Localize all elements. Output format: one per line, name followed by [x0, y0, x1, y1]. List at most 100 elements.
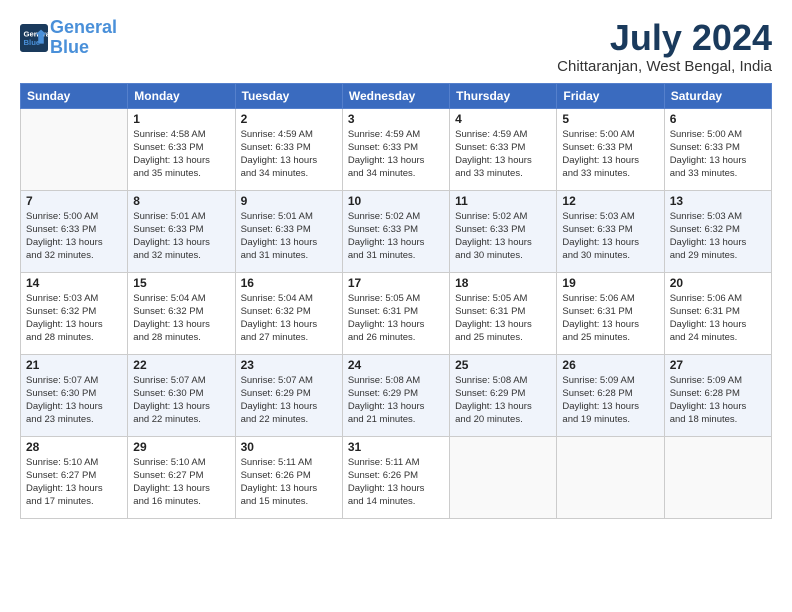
day-number: 31	[348, 440, 444, 454]
cell-info: Sunrise: 5:02 AMSunset: 6:33 PMDaylight:…	[455, 210, 551, 263]
calendar-cell: 23 Sunrise: 5:07 AMSunset: 6:29 PMDayligh…	[235, 354, 342, 436]
header-cell-monday: Monday	[128, 83, 235, 108]
cell-info: Sunrise: 5:08 AMSunset: 6:29 PMDaylight:…	[455, 374, 551, 427]
day-number: 17	[348, 276, 444, 290]
calendar-cell: 6Sunrise: 5:00 AMSunset: 6:33 PMDaylight…	[664, 108, 771, 190]
cell-info: Sunrise: 5:05 AMSunset: 6:31 PMDaylight:…	[348, 292, 444, 345]
calendar-week-4: 21 Sunrise: 5:07 AMSunset: 6:30 PMDayligh…	[21, 354, 772, 436]
day-number: 6	[670, 112, 766, 126]
logo: General Blue General Blue	[20, 18, 117, 58]
day-number: 12	[562, 194, 658, 208]
cell-info: Sunrise: 4:59 AMSunset: 6:33 PMDaylight:…	[241, 128, 337, 181]
day-number: 25	[455, 358, 551, 372]
header-cell-wednesday: Wednesday	[342, 83, 449, 108]
day-number: 15	[133, 276, 229, 290]
cell-info: Sunrise: 5:06 AMSunset: 6:31 PMDaylight:…	[562, 292, 658, 345]
header: General Blue General Blue July 2024 Chit…	[20, 18, 772, 75]
calendar-header-row: SundayMondayTuesdayWednesdayThursdayFrid…	[21, 83, 772, 108]
calendar-cell: 24 Sunrise: 5:08 AMSunset: 6:29 PMDayligh…	[342, 354, 449, 436]
calendar-cell	[557, 436, 664, 518]
cell-info: Sunrise: 5:07 AMSunset: 6:30 PMDaylight:…	[133, 374, 229, 427]
cell-info: Sunrise: 5:07 AMSunset: 6:29 PMDaylight:…	[241, 374, 337, 427]
calendar-cell	[664, 436, 771, 518]
day-number: 22	[133, 358, 229, 372]
month-title: July 2024	[557, 18, 772, 58]
cell-info: Sunrise: 5:02 AMSunset: 6:33 PMDaylight:…	[348, 210, 444, 263]
calendar-cell: 20Sunrise: 5:06 AMSunset: 6:31 PMDayligh…	[664, 272, 771, 354]
calendar-cell: 11 Sunrise: 5:02 AMSunset: 6:33 PMDayligh…	[450, 190, 557, 272]
cell-info: Sunrise: 5:03 AMSunset: 6:32 PMDaylight:…	[26, 292, 122, 345]
day-number: 3	[348, 112, 444, 126]
cell-info: Sunrise: 5:09 AMSunset: 6:28 PMDaylight:…	[670, 374, 766, 427]
day-number: 10	[348, 194, 444, 208]
day-number: 11	[455, 194, 551, 208]
calendar-cell: 4 Sunrise: 4:59 AMSunset: 6:33 PMDaylight…	[450, 108, 557, 190]
cell-info: Sunrise: 4:59 AMSunset: 6:33 PMDaylight:…	[455, 128, 551, 181]
cell-info: Sunrise: 5:00 AMSunset: 6:33 PMDaylight:…	[26, 210, 122, 263]
calendar-week-3: 14 Sunrise: 5:03 AMSunset: 6:32 PMDayligh…	[21, 272, 772, 354]
calendar-cell: 1 Sunrise: 4:58 AMSunset: 6:33 PMDaylight…	[128, 108, 235, 190]
calendar-cell: 31 Sunrise: 5:11 AMSunset: 6:26 PMDayligh…	[342, 436, 449, 518]
calendar-cell: 18Sunrise: 5:05 AMSunset: 6:31 PMDayligh…	[450, 272, 557, 354]
calendar-cell: 29 Sunrise: 5:10 AMSunset: 6:27 PMDayligh…	[128, 436, 235, 518]
day-number: 28	[26, 440, 122, 454]
calendar-cell: 7 Sunrise: 5:00 AMSunset: 6:33 PMDaylight…	[21, 190, 128, 272]
cell-info: Sunrise: 5:10 AMSunset: 6:27 PMDaylight:…	[26, 456, 122, 509]
day-number: 14	[26, 276, 122, 290]
day-number: 7	[26, 194, 122, 208]
day-number: 27	[670, 358, 766, 372]
day-number: 2	[241, 112, 337, 126]
cell-info: Sunrise: 5:11 AMSunset: 6:26 PMDaylight:…	[348, 456, 444, 509]
header-cell-thursday: Thursday	[450, 83, 557, 108]
logo-text: General Blue	[50, 18, 117, 58]
calendar-cell: 5Sunrise: 5:00 AMSunset: 6:33 PMDaylight…	[557, 108, 664, 190]
day-number: 29	[133, 440, 229, 454]
cell-info: Sunrise: 5:01 AMSunset: 6:33 PMDaylight:…	[241, 210, 337, 263]
calendar-cell: 14 Sunrise: 5:03 AMSunset: 6:32 PMDayligh…	[21, 272, 128, 354]
cell-info: Sunrise: 5:09 AMSunset: 6:28 PMDaylight:…	[562, 374, 658, 427]
calendar-week-5: 28 Sunrise: 5:10 AMSunset: 6:27 PMDayligh…	[21, 436, 772, 518]
cell-info: Sunrise: 5:01 AMSunset: 6:33 PMDaylight:…	[133, 210, 229, 263]
page-container: General Blue General Blue July 2024 Chit…	[0, 0, 792, 529]
logo-icon: General Blue	[20, 24, 48, 52]
calendar-cell: 17 Sunrise: 5:05 AMSunset: 6:31 PMDayligh…	[342, 272, 449, 354]
header-cell-sunday: Sunday	[21, 83, 128, 108]
day-number: 18	[455, 276, 551, 290]
location: Chittaranjan, West Bengal, India	[557, 58, 772, 75]
calendar-cell: 13 Sunrise: 5:03 AMSunset: 6:32 PMDayligh…	[664, 190, 771, 272]
calendar-cell: 2 Sunrise: 4:59 AMSunset: 6:33 PMDaylight…	[235, 108, 342, 190]
calendar-cell: 16Sunrise: 5:04 AMSunset: 6:32 PMDayligh…	[235, 272, 342, 354]
cell-info: Sunrise: 4:58 AMSunset: 6:33 PMDaylight:…	[133, 128, 229, 181]
header-cell-saturday: Saturday	[664, 83, 771, 108]
cell-info: Sunrise: 4:59 AMSunset: 6:33 PMDaylight:…	[348, 128, 444, 181]
calendar-cell: 19 Sunrise: 5:06 AMSunset: 6:31 PMDayligh…	[557, 272, 664, 354]
logo-line2: Blue	[50, 37, 89, 57]
cell-info: Sunrise: 5:03 AMSunset: 6:33 PMDaylight:…	[562, 210, 658, 263]
cell-info: Sunrise: 5:03 AMSunset: 6:32 PMDaylight:…	[670, 210, 766, 263]
calendar-cell: 8Sunrise: 5:01 AMSunset: 6:33 PMDaylight…	[128, 190, 235, 272]
header-cell-tuesday: Tuesday	[235, 83, 342, 108]
calendar-cell: 22 Sunrise: 5:07 AMSunset: 6:30 PMDayligh…	[128, 354, 235, 436]
day-number: 21	[26, 358, 122, 372]
calendar-cell: 3 Sunrise: 4:59 AMSunset: 6:33 PMDaylight…	[342, 108, 449, 190]
day-number: 13	[670, 194, 766, 208]
day-number: 23	[241, 358, 337, 372]
cell-info: Sunrise: 5:11 AMSunset: 6:26 PMDaylight:…	[241, 456, 337, 509]
calendar-body: 1 Sunrise: 4:58 AMSunset: 6:33 PMDaylight…	[21, 108, 772, 518]
day-number: 19	[562, 276, 658, 290]
calendar-cell	[450, 436, 557, 518]
calendar-cell: 12 Sunrise: 5:03 AMSunset: 6:33 PMDayligh…	[557, 190, 664, 272]
calendar-cell: 27 Sunrise: 5:09 AMSunset: 6:28 PMDayligh…	[664, 354, 771, 436]
cell-info: Sunrise: 5:10 AMSunset: 6:27 PMDaylight:…	[133, 456, 229, 509]
day-number: 4	[455, 112, 551, 126]
cell-info: Sunrise: 5:04 AMSunset: 6:32 PMDaylight:…	[241, 292, 337, 345]
calendar-week-1: 1 Sunrise: 4:58 AMSunset: 6:33 PMDaylight…	[21, 108, 772, 190]
calendar-cell	[21, 108, 128, 190]
calendar-cell: 25 Sunrise: 5:08 AMSunset: 6:29 PMDayligh…	[450, 354, 557, 436]
calendar-week-2: 7 Sunrise: 5:00 AMSunset: 6:33 PMDaylight…	[21, 190, 772, 272]
cell-info: Sunrise: 5:08 AMSunset: 6:29 PMDaylight:…	[348, 374, 444, 427]
day-number: 24	[348, 358, 444, 372]
day-number: 20	[670, 276, 766, 290]
day-number: 1	[133, 112, 229, 126]
calendar-cell: 28 Sunrise: 5:10 AMSunset: 6:27 PMDayligh…	[21, 436, 128, 518]
